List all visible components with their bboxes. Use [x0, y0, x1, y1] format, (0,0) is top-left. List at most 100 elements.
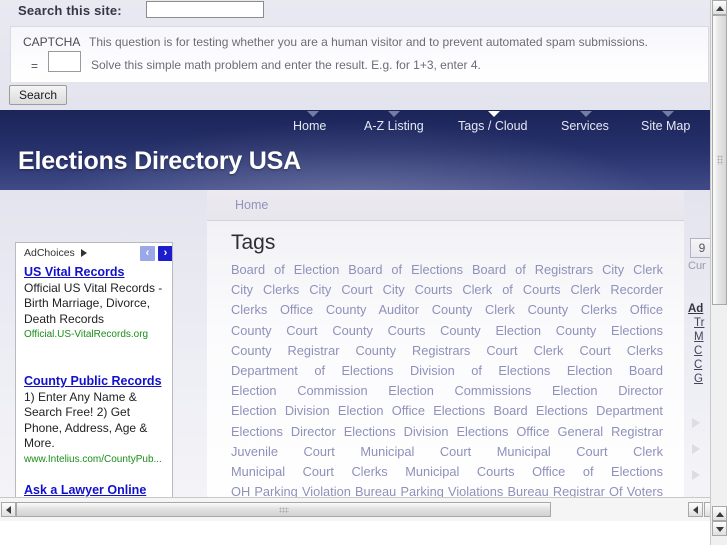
tag-link[interactable]: Election Division [231, 403, 330, 418]
nav-arrow-icon-site-map [662, 111, 674, 117]
nav-item-home[interactable]: Home [293, 119, 326, 133]
captcha-legend: CAPTCHA [23, 35, 81, 49]
nav-arrow-icon-services [580, 111, 592, 117]
tag-link[interactable]: County Court [231, 323, 318, 338]
tag-link[interactable]: County Registrars [355, 343, 470, 358]
tag-link[interactable]: Board of Election [231, 262, 339, 277]
tag-link[interactable]: Elections Department [536, 403, 663, 418]
hscroll-corner-left-button[interactable] [688, 502, 703, 517]
grip-icon [717, 155, 723, 165]
adchoices-icon[interactable] [81, 249, 87, 257]
right-sidebar-menu-item[interactable]: M [694, 331, 710, 343]
right-sidebar-menu-item[interactable]: C [694, 359, 710, 371]
search-input[interactable] [146, 1, 264, 18]
ad-prev-button[interactable]: ‹ [140, 246, 155, 261]
tag-link[interactable]: Municipal Court Clerks [231, 464, 388, 479]
content-body: Tags Board of Election Board of Election… [207, 221, 684, 521]
search-label: Search this site: [18, 3, 122, 18]
nav-item-tags-cloud[interactable]: Tags / Cloud [458, 119, 527, 133]
tag-link[interactable]: Municipal Courts [405, 464, 514, 479]
tag-link[interactable]: Elections Board [433, 403, 527, 418]
hscroll-left-button[interactable] [1, 502, 16, 517]
site-header: Home A-Z Listing Tags / Cloud Services Site … [0, 110, 710, 190]
right-sidebar-menu-item[interactable]: G [694, 373, 710, 385]
ad-description: Official US Vital Records - Birth Marria… [24, 280, 163, 326]
nav-arrow-icon-home [307, 111, 319, 117]
nav-item-site-map[interactable]: Site Map [641, 119, 690, 133]
tag-link[interactable]: Clerk Recorder [571, 282, 663, 297]
vscroll-up-button[interactable] [712, 0, 727, 15]
adchoices-label[interactable]: AdChoices [24, 247, 75, 259]
tag-link[interactable]: Election Board [567, 363, 663, 378]
site-search-block: Search this site: CAPTCHA This question … [0, 0, 710, 110]
right-sidebar-menu-title[interactable]: Ad [688, 303, 710, 315]
tag-link[interactable]: City Clerk [602, 262, 663, 277]
tag-link[interactable]: Municipal Court Clerk [497, 444, 663, 459]
tag-link[interactable]: Clerk of Courts [462, 282, 560, 297]
tag-link[interactable]: County Clerk [432, 302, 515, 317]
ad-display-url[interactable]: Official.US-VitalRecords.org [24, 328, 168, 341]
nav-item-a-z-listing[interactable]: A-Z Listing [364, 119, 424, 133]
tag-link[interactable]: Court Clerk [486, 343, 563, 358]
tag-link[interactable]: Election Commissions [388, 383, 531, 398]
vscroll-up-button-bottom[interactable] [712, 506, 727, 521]
tag-link[interactable]: County Auditor [326, 302, 419, 317]
tag-link[interactable]: Board of Registrars [472, 262, 593, 277]
chevron-up-icon [716, 512, 724, 517]
chevron-left-icon [6, 506, 11, 514]
tag-link[interactable]: Elections Director [231, 424, 336, 439]
tag-link[interactable]: Election Office [338, 403, 425, 418]
bullet-triangle-icon [692, 470, 700, 480]
right-sidebar: 9 Cur Ad Tr M C C G [684, 190, 710, 521]
horizontal-scrollbar[interactable] [0, 497, 710, 521]
tag-link[interactable]: Elections Office [456, 424, 549, 439]
search-row: Search this site: [0, 0, 710, 26]
captcha-answer-input[interactable] [48, 51, 81, 72]
tag-link[interactable]: County Courts [332, 323, 425, 338]
vscroll-down-button[interactable] [712, 521, 727, 536]
captcha-equals-label: = [31, 59, 39, 73]
ad-next-button[interactable]: › [158, 246, 172, 261]
browser-viewport: Search this site: CAPTCHA This question … [0, 0, 710, 521]
tag-link[interactable]: City Court [309, 282, 372, 297]
vertical-scrollbar[interactable] [710, 0, 727, 545]
tag-link[interactable]: Election Director [552, 383, 663, 398]
visitor-counter: 9 [690, 238, 710, 258]
search-button[interactable]: Search [9, 85, 68, 105]
ad-title-link[interactable]: US Vital Records [24, 265, 168, 280]
ad-unit: US Vital Records Official US Vital Record… [24, 265, 168, 341]
ad-display-url[interactable]: www.Intelius.com/CountyPub... [24, 453, 168, 466]
bullet-triangle-icon [692, 418, 700, 428]
tag-link[interactable]: City Courts [383, 282, 453, 297]
tag-link[interactable]: County Clerks Office [528, 302, 663, 317]
tag-link[interactable]: Office of Elections [532, 464, 663, 479]
tag-link[interactable]: Board of Elections [348, 262, 463, 277]
right-sidebar-menu-item[interactable]: Tr [694, 317, 710, 329]
tag-link[interactable]: Clerks Office [231, 302, 313, 317]
tag-link[interactable]: Juvenile Court [231, 444, 335, 459]
captcha-fieldset: CAPTCHA This question is for testing whe… [10, 26, 709, 82]
tag-link[interactable]: County Election [440, 323, 541, 338]
tag-link[interactable]: Election Commission [231, 383, 368, 398]
tag-link[interactable]: County Elections [556, 323, 663, 338]
content-panel: Home Tags Board of Election Board of Ele… [207, 190, 684, 521]
vscroll-thumb[interactable] [712, 15, 727, 305]
right-sidebar-menu-items: Tr M C C G [688, 317, 710, 385]
tag-link[interactable]: Elections Division [344, 424, 449, 439]
tag-link[interactable]: Court Clerks [579, 343, 663, 358]
tag-link[interactable]: Division of Elections [410, 363, 550, 378]
captcha-description: This question is for testing whether you… [89, 35, 648, 49]
tag-link[interactable]: City Clerks [231, 282, 299, 297]
tag-link[interactable]: County Registrar [231, 343, 339, 358]
ad-title-link[interactable]: County Public Records [24, 374, 168, 389]
hscroll-thumb[interactable] [16, 502, 551, 517]
breadcrumb[interactable]: Home [235, 198, 268, 212]
tag-link[interactable]: Municipal Court [360, 444, 471, 459]
page-title: Tags [231, 231, 276, 254]
nav-arrow-icon-a-z-listing [388, 111, 400, 117]
tag-link[interactable]: General Registrar [558, 424, 663, 439]
tag-link[interactable]: Department of Elections [231, 363, 393, 378]
ad-unit: County Public Records 1) Enter Any Name &… [24, 374, 168, 466]
nav-item-services[interactable]: Services [561, 119, 609, 133]
right-sidebar-menu-item[interactable]: C [694, 345, 710, 357]
